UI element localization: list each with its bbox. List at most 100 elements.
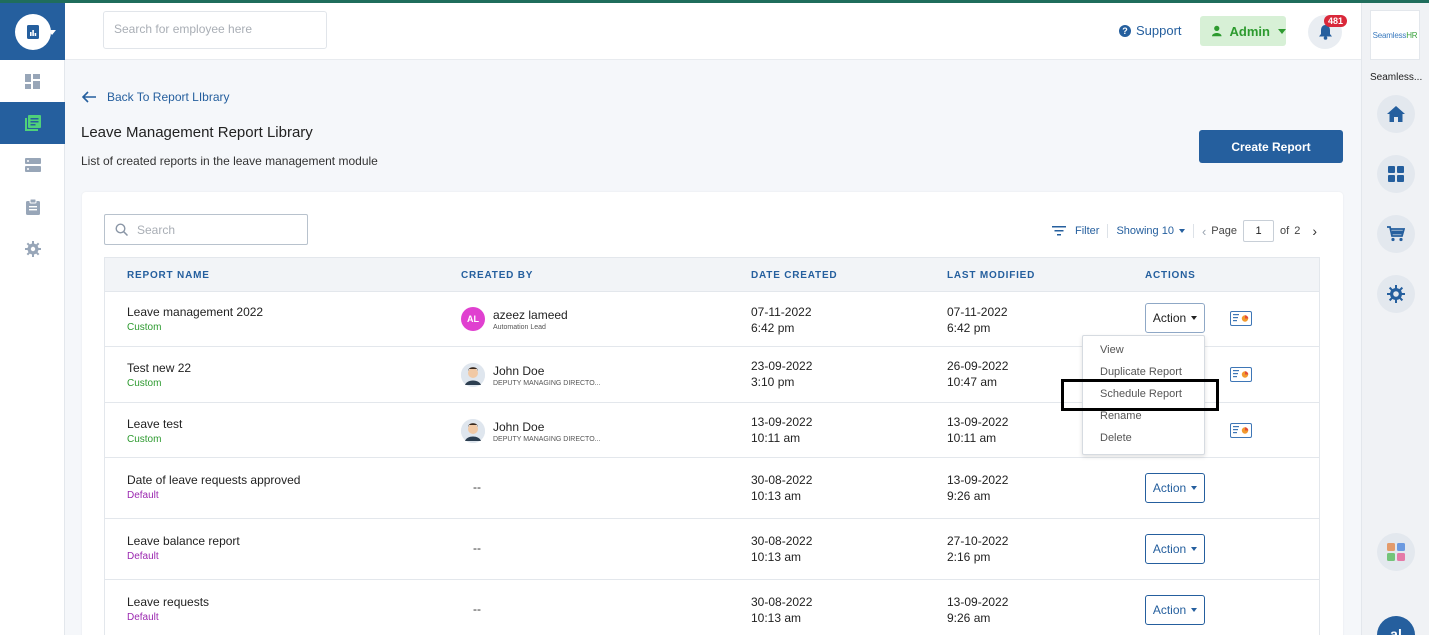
table-search-input[interactable]: Search: [104, 214, 308, 245]
schedule-icon[interactable]: [1230, 311, 1252, 326]
action-button[interactable]: Action: [1145, 534, 1205, 564]
report-name[interactable]: Leave test: [127, 417, 182, 431]
menu-item-delete[interactable]: Delete: [1100, 432, 1132, 444]
menu-item-duplicate-report[interactable]: Duplicate Report: [1100, 366, 1182, 378]
storage-icon: [24, 158, 41, 172]
table-row: Date of leave requests approved Default …: [105, 458, 1319, 519]
report-type: Custom: [127, 434, 162, 445]
action-button[interactable]: Action: [1145, 303, 1205, 333]
create-report-button[interactable]: Create Report: [1199, 130, 1343, 163]
menu-item-rename[interactable]: Rename: [1100, 410, 1142, 422]
date-modified: 13-09-2022: [947, 595, 1009, 609]
next-page-button[interactable]: ›: [1312, 223, 1317, 239]
filter-label: Filter: [1075, 225, 1100, 237]
marketplace-button[interactable]: [1377, 215, 1415, 253]
filter-button[interactable]: Filter: [1052, 225, 1099, 237]
time-created: 10:11 am: [751, 431, 801, 445]
user-avatar[interactable]: al: [1377, 616, 1415, 635]
creator-name: azeez lameed: [493, 307, 568, 322]
user-icon: [1212, 25, 1222, 37]
table-row: Leave requests Default -- 30-08-2022 10:1…: [105, 580, 1319, 635]
chevron-down-icon: [48, 30, 56, 35]
company-logo[interactable]: SeamlessHR: [1370, 10, 1420, 60]
prev-page-button[interactable]: ‹: [1202, 224, 1206, 239]
search-icon: [115, 223, 128, 236]
toolbar-divider: [1192, 224, 1194, 238]
report-name[interactable]: Leave balance report: [127, 534, 240, 548]
cart-icon: [1387, 226, 1405, 242]
creator-role: Automation Lead: [493, 323, 546, 331]
table-row: Leave balance report Default -- 30-08-20…: [105, 519, 1319, 580]
action-button[interactable]: Action: [1145, 473, 1205, 503]
sidebar-item-settings[interactable]: [0, 228, 65, 270]
page-size-select[interactable]: Showing 10: [1116, 225, 1185, 237]
sidebar-item-clipboard[interactable]: [0, 186, 65, 228]
apps-grid-button[interactable]: [1377, 155, 1415, 193]
col-actions: ACTIONS: [1145, 270, 1196, 281]
menu-item-schedule-report[interactable]: Schedule Report: [1100, 388, 1182, 400]
creator-role: DEPUTY MANAGING DIRECTO...: [493, 435, 601, 443]
report-name[interactable]: Date of leave requests approved: [127, 473, 300, 487]
company-name: Seamless...: [1370, 72, 1423, 83]
date-modified: 27-10-2022: [947, 534, 1009, 548]
col-last-modified: LAST MODIFIED: [947, 270, 1036, 281]
col-date-created: DATE CREATED: [751, 270, 838, 281]
date-created: 30-08-2022: [751, 534, 813, 548]
chevron-down-icon: [1191, 486, 1198, 490]
clipboard-icon: [25, 199, 40, 215]
sidebar-item-reports[interactable]: [0, 102, 65, 144]
creator-empty: --: [473, 480, 481, 494]
time-created: 6:42 pm: [751, 321, 795, 335]
back-label: Back To Report LIbrary: [107, 90, 230, 104]
report-name[interactable]: Leave management 2022: [127, 305, 263, 319]
date-modified: 13-09-2022: [947, 415, 1009, 429]
sidebar-item-storage[interactable]: [0, 144, 65, 186]
action-button[interactable]: Action: [1145, 595, 1205, 625]
schedule-icon[interactable]: [1230, 423, 1252, 438]
report-name[interactable]: Test new 22: [127, 361, 191, 375]
settings-button[interactable]: [1377, 275, 1415, 313]
date-created: 30-08-2022: [751, 595, 813, 609]
action-label: Action: [1152, 603, 1187, 617]
chevron-down-icon: [1191, 608, 1198, 612]
date-modified: 13-09-2022: [947, 473, 1009, 487]
page-number-input[interactable]: 1: [1243, 220, 1274, 242]
report-type: Custom: [127, 378, 162, 389]
avatar: [461, 419, 485, 443]
left-sidebar: [0, 3, 65, 635]
svg-text:?: ?: [1122, 26, 1128, 36]
admin-menu-button[interactable]: Admin: [1200, 16, 1286, 46]
home-button[interactable]: [1377, 95, 1415, 133]
menu-item-view[interactable]: View: [1100, 344, 1124, 356]
app-switcher[interactable]: [0, 3, 65, 60]
date-created: 30-08-2022: [751, 473, 813, 487]
time-modified: 10:11 am: [947, 431, 997, 445]
employee-search-input[interactable]: Search for employee here: [103, 11, 327, 49]
time-modified: 9:26 am: [947, 611, 991, 625]
back-link[interactable]: Back To Report LIbrary: [82, 90, 230, 104]
chevron-down-icon: [1278, 28, 1286, 34]
report-type: Default: [127, 612, 159, 623]
grid-icon: [1388, 166, 1404, 182]
chevron-down-icon: [1191, 547, 1198, 551]
brand-logo-text: Seamless: [1372, 30, 1407, 40]
page-title: Leave Management Report Library: [81, 124, 313, 141]
support-link[interactable]: ? Support: [1119, 23, 1182, 38]
time-modified: 6:42 pm: [947, 321, 991, 335]
app-launcher-button[interactable]: [1377, 533, 1415, 571]
table-toolbar: Filter Showing 10 ‹ Page 1 of 2 ›: [1052, 220, 1317, 242]
action-label: Action: [1152, 481, 1187, 495]
schedule-icon[interactable]: [1230, 367, 1252, 382]
time-created: 10:13 am: [751, 611, 802, 625]
action-label: Action: [1152, 311, 1187, 325]
table-search-placeholder: Search: [137, 222, 176, 237]
admin-label: Admin: [1229, 23, 1270, 39]
total-pages: 2: [1294, 225, 1301, 237]
report-name[interactable]: Leave requests: [127, 595, 209, 609]
sidebar-item-dashboard[interactable]: [0, 60, 65, 102]
home-icon: [1387, 106, 1405, 122]
creator-role: DEPUTY MANAGING DIRECTO...: [493, 379, 601, 387]
col-report-name: REPORT NAME: [127, 270, 210, 281]
col-created-by: CREATED BY: [461, 270, 534, 281]
filter-icon: [1052, 226, 1066, 236]
